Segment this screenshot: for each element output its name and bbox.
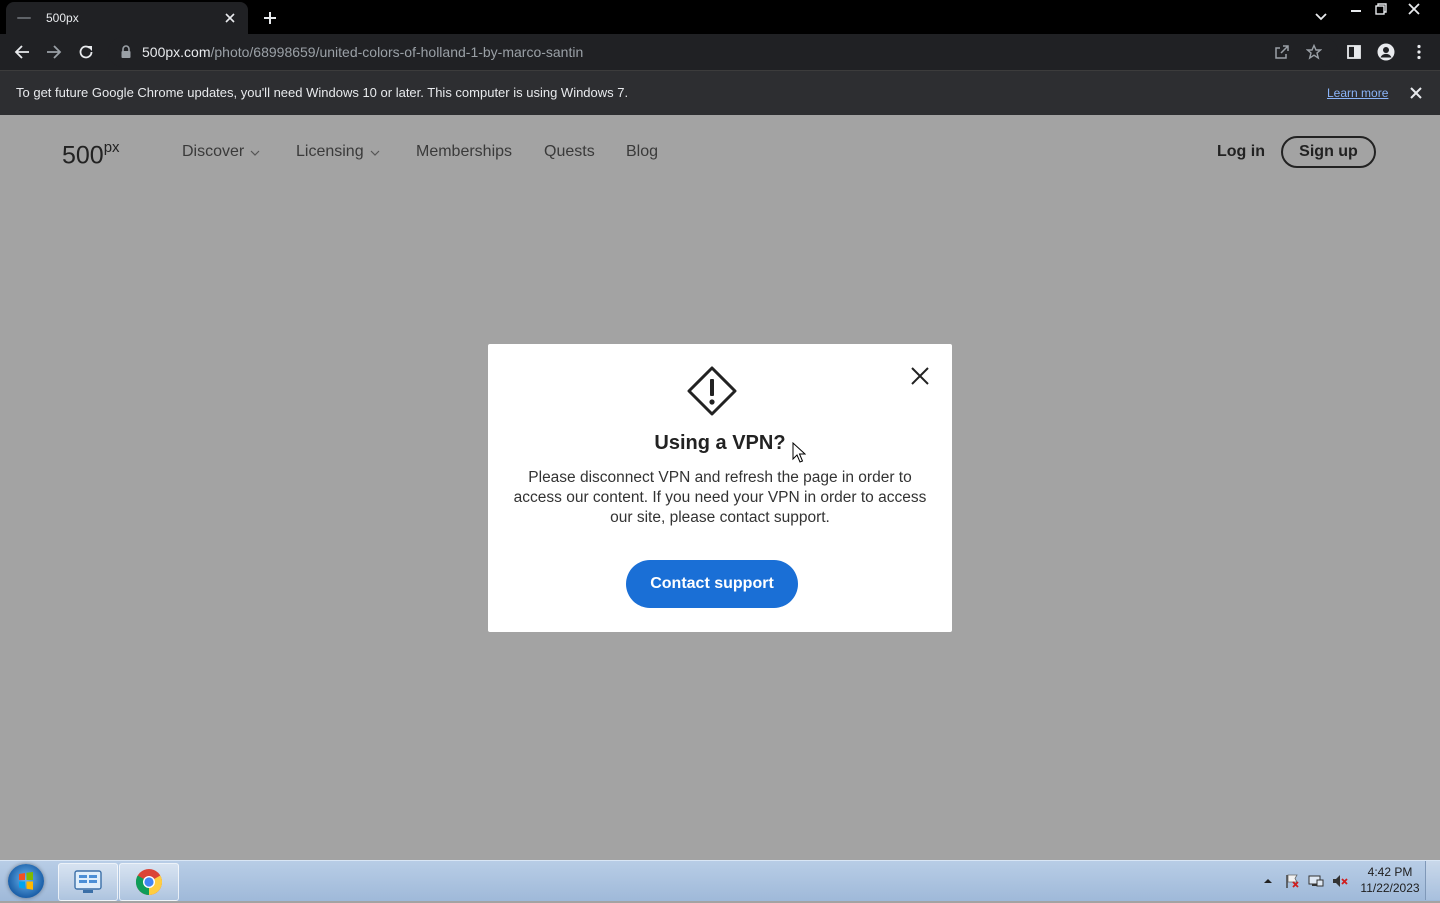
close-icon[interactable] bbox=[908, 364, 932, 388]
nav-quests[interactable]: Quests bbox=[544, 143, 595, 161]
tab-close-icon[interactable] bbox=[222, 10, 238, 26]
browser-tab-strip: 500px bbox=[0, 0, 1440, 34]
minimize-window-icon[interactable] bbox=[1344, 0, 1368, 18]
tab-search-chevron-icon[interactable] bbox=[1312, 8, 1330, 26]
windows-logo-icon bbox=[19, 872, 33, 890]
back-arrow-icon[interactable] bbox=[12, 42, 32, 62]
url-text: 500px.com/photo/68998659/united-colors-o… bbox=[142, 44, 584, 60]
share-icon[interactable] bbox=[1272, 42, 1292, 62]
windows-start-button[interactable] bbox=[8, 864, 44, 898]
nav-discover[interactable]: Discover bbox=[182, 143, 260, 161]
forward-arrow-icon[interactable] bbox=[44, 42, 64, 62]
address-bar[interactable]: 500px.com/photo/68998659/united-colors-o… bbox=[108, 37, 1338, 67]
nav-memberships[interactable]: Memberships bbox=[416, 143, 512, 161]
nav-label: Blog bbox=[626, 143, 659, 160]
volume-muted-icon[interactable] bbox=[1332, 873, 1348, 889]
reload-icon[interactable] bbox=[76, 42, 96, 62]
side-panel-icon[interactable] bbox=[1344, 42, 1364, 62]
restore-window-icon[interactable] bbox=[1369, 0, 1393, 18]
taskbar-clock[interactable]: 4:42 PM 11/22/2023 bbox=[1355, 864, 1425, 896]
chevron-down-icon bbox=[250, 150, 260, 156]
nav-label: Memberships bbox=[416, 143, 513, 160]
lock-icon[interactable] bbox=[120, 45, 132, 59]
vpn-warning-modal: Using a VPN? Please disconnect VPN and r… bbox=[488, 344, 952, 632]
taskbar-chrome[interactable] bbox=[119, 863, 179, 901]
tab-title: 500px bbox=[46, 11, 79, 25]
learn-more-link[interactable]: Learn more bbox=[1327, 86, 1388, 100]
chrome-menu-icon[interactable] bbox=[1409, 42, 1429, 62]
clock-time: 4:42 PM bbox=[1367, 865, 1413, 879]
contact-support-button[interactable]: Contact support bbox=[626, 560, 798, 608]
network-icon[interactable] bbox=[1308, 873, 1324, 889]
modal-title: Using a VPN? bbox=[654, 432, 786, 454]
site-logo[interactable]: 500px bbox=[62, 139, 120, 170]
show-hidden-icons-icon[interactable] bbox=[1260, 873, 1276, 889]
browser-tab[interactable]: 500px bbox=[6, 2, 248, 34]
nav-label: Licensing bbox=[296, 143, 364, 160]
nav-label: Discover bbox=[182, 143, 245, 160]
infobar-close-icon[interactable] bbox=[1408, 85, 1424, 101]
mouse-cursor-icon bbox=[792, 442, 806, 463]
browser-toolbar: 500px.com/photo/68998659/united-colors-o… bbox=[0, 34, 1440, 70]
new-tab-icon[interactable] bbox=[260, 8, 280, 28]
modal-message: Please disconnect VPN and refresh the pa… bbox=[513, 469, 927, 526]
close-window-icon[interactable] bbox=[1402, 0, 1426, 18]
taskbar-control-panel[interactable] bbox=[58, 863, 118, 901]
warning-diamond-icon bbox=[687, 366, 737, 416]
nav-blog[interactable]: Blog bbox=[626, 143, 658, 161]
clock-date: 11/22/2023 bbox=[1360, 881, 1420, 895]
show-desktop-button[interactable] bbox=[1425, 861, 1440, 900]
bookmark-star-icon[interactable] bbox=[1304, 42, 1324, 62]
chevron-down-icon bbox=[370, 150, 380, 156]
action-center-flag-icon[interactable] bbox=[1284, 873, 1300, 889]
control-panel-icon bbox=[74, 870, 102, 893]
nav-licensing[interactable]: Licensing bbox=[296, 143, 380, 161]
windows-taskbar bbox=[0, 860, 1440, 901]
profile-avatar-icon[interactable] bbox=[1376, 42, 1396, 62]
signup-button[interactable]: Sign up bbox=[1281, 136, 1376, 168]
site-favicon-icon bbox=[16, 10, 32, 26]
nav-label: Quests bbox=[544, 143, 595, 160]
login-link[interactable]: Log in bbox=[1217, 143, 1265, 161]
update-infobar: To get future Google Chrome updates, you… bbox=[0, 70, 1440, 115]
chrome-logo-icon bbox=[135, 869, 163, 896]
infobar-message: To get future Google Chrome updates, you… bbox=[16, 85, 629, 100]
